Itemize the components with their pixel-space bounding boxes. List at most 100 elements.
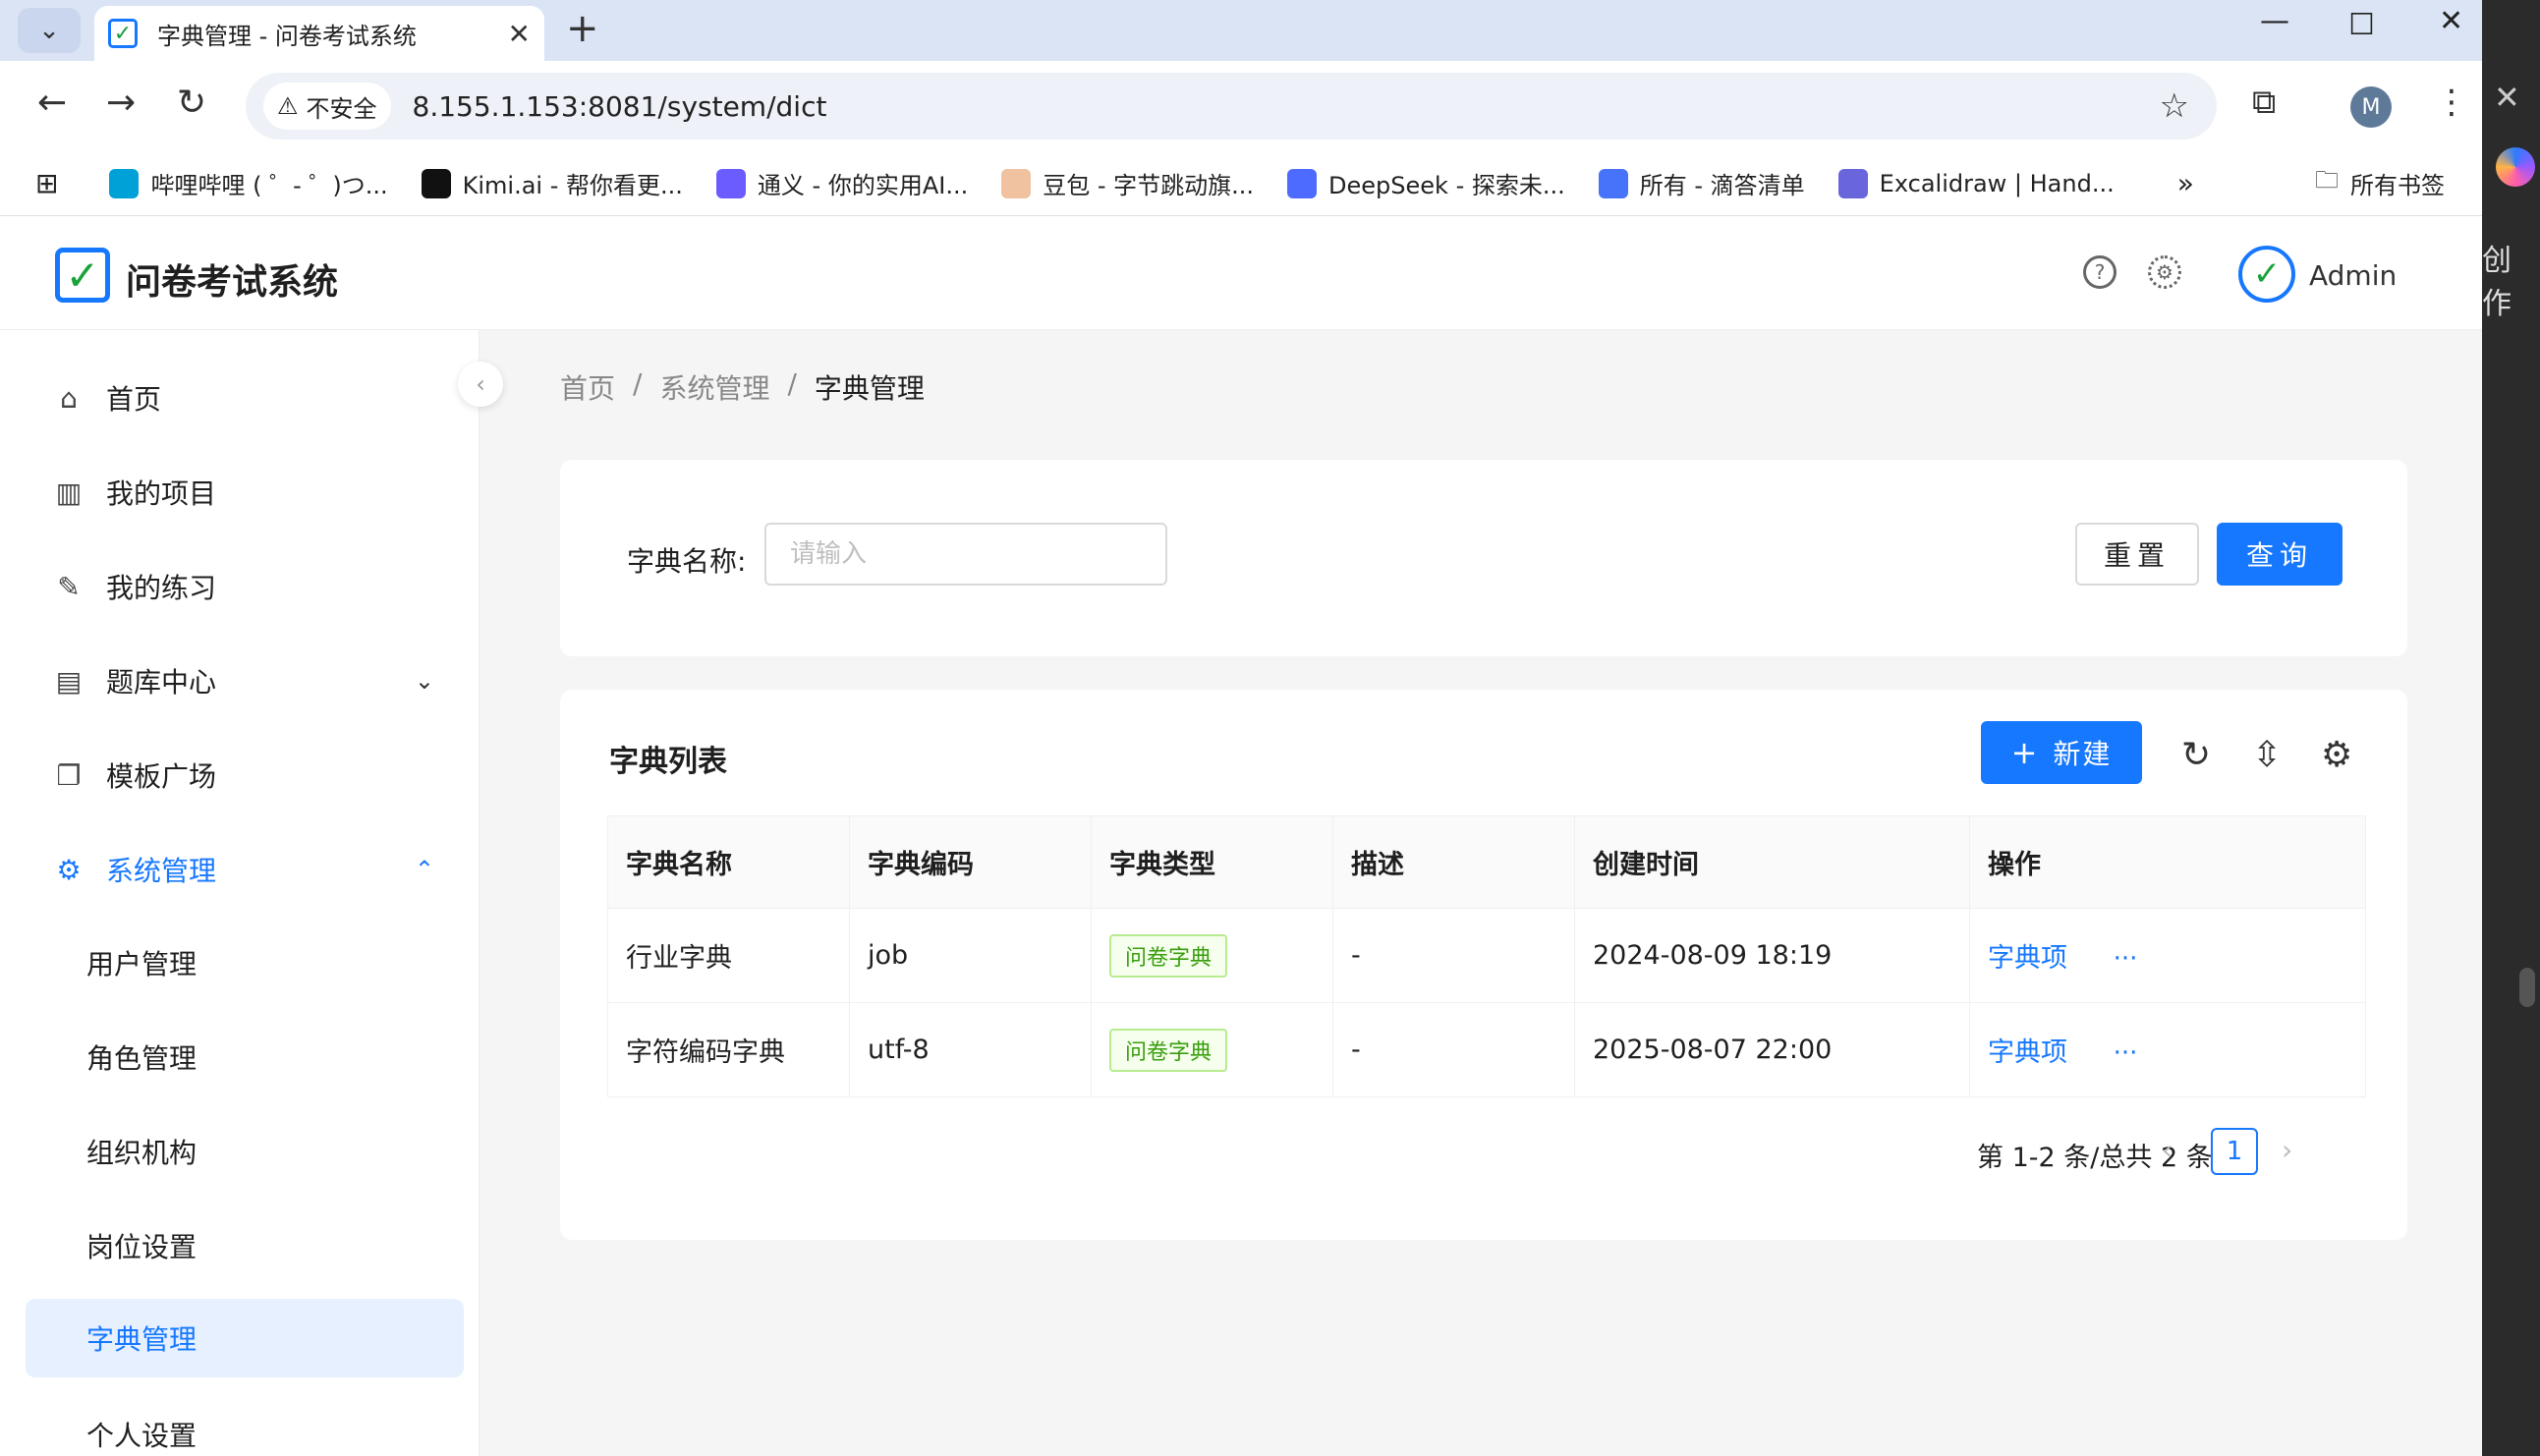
chevron-up-icon: ⌃ (414, 856, 434, 883)
close-side-panel-icon[interactable]: ✕ (2494, 79, 2520, 116)
bookmark-item[interactable]: 哔哩哔哩 ( ゜- ゜)つ... (109, 166, 388, 200)
table-row: 行业字典 job 问卷字典 - 2024-08-09 18:19 字典项 ··· (607, 908, 2366, 1003)
page-number-current[interactable]: 1 (2211, 1128, 2258, 1175)
breadcrumb: 首页 / 系统管理 / 字典管理 (560, 367, 942, 407)
side-panel-bg (2482, 0, 2540, 1456)
sidebar-subitem-roles[interactable]: 角色管理 (26, 1018, 464, 1096)
close-tab-icon[interactable]: ✕ (508, 18, 531, 50)
sidebar-subitem-positions[interactable]: 岗位设置 (26, 1206, 464, 1285)
table-header-row: 字典名称 字典编码 字典类型 描述 创建时间 操作 (607, 815, 2366, 909)
prev-page-icon[interactable]: ‹ (2162, 1134, 2173, 1166)
app-favicon-icon: ✓ (108, 19, 138, 48)
column-settings-icon[interactable]: ⚙ (2321, 735, 2352, 775)
more-actions-icon[interactable]: ··· (2114, 944, 2138, 974)
cell-name: 行业字典 (607, 908, 850, 1003)
breadcrumb-system[interactable]: 系统管理 (659, 367, 769, 407)
table-row: 字符编码字典 utf-8 问卷字典 - 2025-08-07 22:00 字典项… (607, 1002, 2366, 1097)
gear-icon[interactable]: ⚙ (2148, 255, 2181, 289)
bookmark-label: 豆包 - 字节跳动旗... (1043, 172, 1255, 199)
bookmark-item[interactable]: Excalidraw | Hand... (1837, 166, 2115, 200)
chevron-down-icon: ⌄ (414, 667, 434, 695)
sidebar-item-label: 我的练习 (106, 572, 217, 604)
breadcrumb-current: 字典管理 (814, 372, 925, 405)
profile-avatar[interactable]: M (2350, 86, 2392, 128)
bookmark-star-icon[interactable]: ☆ (2160, 86, 2189, 126)
template-icon: ❐ (56, 758, 82, 792)
browser-tab[interactable]: ✓ 字典管理 - 问卷考试系统 ✕ (94, 6, 544, 61)
apps-grid-icon[interactable]: ⊞ (35, 167, 58, 199)
new-tab-button[interactable]: + (566, 6, 599, 51)
address-bar[interactable]: ⚠ 不安全 8.155.1.153:8081/system/dict ☆ (246, 73, 2217, 140)
maximize-button[interactable]: ☐ (2348, 8, 2375, 42)
dict-items-link[interactable]: 字典项 (1988, 943, 2067, 974)
sidebar-subitem-users[interactable]: 用户管理 (26, 924, 464, 1002)
tongyi-icon (715, 168, 746, 198)
edit-icon: ✎ (57, 570, 81, 603)
doubao-icon (1001, 168, 1032, 198)
tab-title: 字典管理 - 问卷考试系统 (157, 22, 417, 50)
breadcrumb-home[interactable]: 首页 (560, 367, 615, 407)
dict-name-input[interactable] (764, 523, 1167, 586)
bookmark-item[interactable]: 豆包 - 字节跳动旗... (1001, 166, 1254, 200)
bookmark-item[interactable]: 所有 - 滴答清单 (1598, 166, 1805, 200)
collapse-sidebar-button[interactable]: ‹ (458, 362, 503, 407)
sidebar-item-question-bank[interactable]: ▤ 题库中心 ⌄ (26, 641, 464, 721)
sidebar-subitem-org[interactable]: 组织机构 (26, 1112, 464, 1191)
new-button[interactable]: + 新建 (1981, 721, 2142, 784)
list-card: 字典列表 + 新建 ↻ ⇳ ⚙ 字典名称 字典编码 字典类型 描述 创建时间 操… (560, 690, 2407, 1240)
sidebar-subitem-profile[interactable]: 个人设置 (26, 1395, 464, 1456)
cell-type: 问卷字典 (1091, 1002, 1333, 1097)
back-icon[interactable]: ← (37, 83, 67, 123)
username[interactable]: Admin (2309, 259, 2397, 292)
density-icon[interactable]: ⇳ (2252, 735, 2282, 775)
bookmark-item[interactable]: 通义 - 你的实用AI... (715, 166, 969, 200)
sidebar-item-label: 模板广场 (106, 760, 217, 793)
chevron-down-icon: ⌄ (38, 16, 60, 45)
sidebar-item-templates[interactable]: ❐ 模板广场 (26, 735, 464, 815)
reset-button[interactable]: 重置 (2075, 523, 2199, 586)
close-window-button[interactable]: ✕ (2439, 4, 2463, 38)
sidebar-item-projects[interactable]: ▥ 我的项目 (26, 452, 464, 532)
cell-type: 问卷字典 (1091, 908, 1333, 1003)
url-text[interactable]: 8.155.1.153:8081/system/dict (413, 90, 827, 123)
avatar[interactable]: ✓ (2238, 246, 2295, 303)
bookmark-item[interactable]: DeepSeek - 探索未... (1287, 166, 1565, 200)
sidebar-subitem-dict[interactable]: 字典管理 (26, 1299, 464, 1377)
refresh-icon[interactable]: ↻ (2181, 735, 2211, 775)
next-page-icon[interactable]: › (2282, 1134, 2292, 1166)
sidebar: ⌂ 首页 ▥ 我的项目 ✎ 我的练习 ▤ 题库中心 ⌄ ❐ 模板广场 ⚙ 系统管… (0, 330, 480, 1456)
sidebar-item-home[interactable]: ⌂ 首页 (26, 358, 464, 438)
all-bookmarks[interactable]: 🗀 所有书签 (2315, 163, 2445, 203)
app-title: 问卷考试系统 (126, 262, 339, 303)
security-chip[interactable]: ⚠ 不安全 (263, 83, 391, 130)
bookmark-item[interactable]: Kimi.ai - 帮你看更... (421, 166, 683, 200)
folder-icon: 🗀 (2315, 166, 2339, 194)
bookmark-label: 通义 - 你的实用AI... (757, 172, 969, 199)
excalidraw-icon (1837, 168, 1868, 198)
copilot-logo-icon[interactable] (2496, 147, 2535, 187)
project-icon: ▥ (55, 476, 83, 509)
home-icon: ⌂ (60, 381, 78, 415)
cell-name: 字符编码字典 (607, 1002, 850, 1097)
column-header: 描述 (1332, 815, 1575, 909)
deepseek-icon (1287, 168, 1318, 198)
scrollbar-thumb[interactable] (2519, 968, 2535, 1007)
reload-icon[interactable]: ↻ (177, 83, 206, 123)
more-bookmarks-icon[interactable]: » (2177, 167, 2194, 199)
sidebar-item-practice[interactable]: ✎ 我的练习 (26, 546, 464, 627)
help-icon[interactable]: ? (2083, 255, 2117, 289)
forward-icon[interactable]: → (106, 83, 136, 123)
query-button[interactable]: 查询 (2217, 523, 2342, 586)
more-actions-icon[interactable]: ··· (2114, 1038, 2138, 1068)
column-header: 字典编码 (849, 815, 1092, 909)
minimize-button[interactable]: — (2260, 4, 2289, 38)
dict-items-link[interactable]: 字典项 (1988, 1037, 2067, 1068)
extensions-icon[interactable]: ⧉ (2252, 83, 2276, 122)
menu-kebab-icon[interactable]: ⋮ (2435, 83, 2468, 122)
dict-name-label: 字典名称: (627, 545, 747, 578)
bookmarks-bar: ⊞ 哔哩哔哩 ( ゜- ゜)つ... Kimi.ai - 帮你看更... 通义 - … (0, 151, 2482, 216)
sidebar-item-system[interactable]: ⚙ 系统管理 ⌃ (26, 829, 464, 910)
app-header: ✓ 问卷考试系统 ? ⚙ ✓ Admin (0, 216, 2482, 330)
tab-search-dropdown[interactable]: ⌄ (18, 8, 81, 53)
column-header: 字典名称 (607, 815, 850, 909)
